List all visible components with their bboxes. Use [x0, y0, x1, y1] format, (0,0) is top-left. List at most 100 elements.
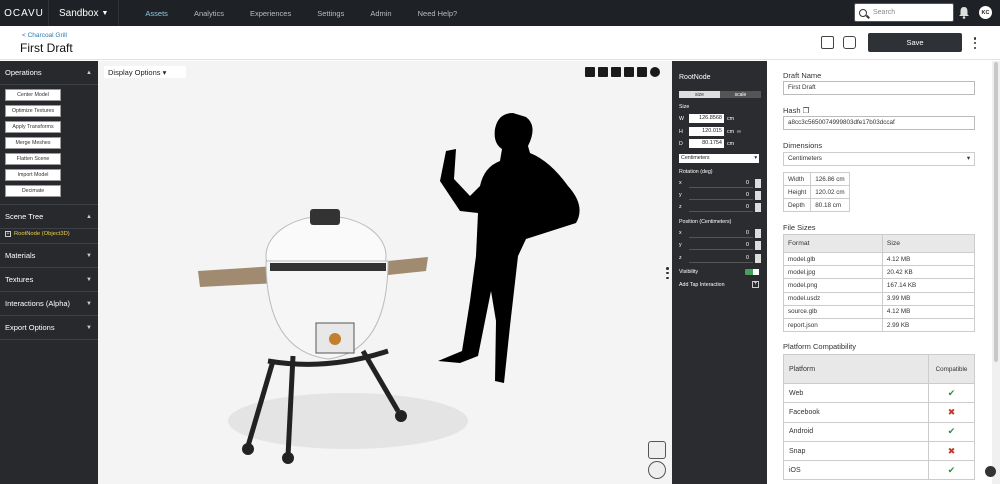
save-button[interactable]: Save — [868, 33, 962, 52]
eye-icon[interactable] — [624, 67, 634, 77]
decimate-button[interactable]: Decimate — [5, 185, 61, 197]
play-icon[interactable] — [650, 67, 660, 77]
stepper-icon[interactable] — [755, 228, 761, 238]
rotation-z-input[interactable]: 0 — [689, 202, 753, 212]
materials-header[interactable]: Materials ▼ — [0, 244, 98, 268]
operations-header[interactable]: Operations ▲ — [0, 61, 98, 85]
textures-header[interactable]: Textures ▼ — [0, 268, 98, 292]
platform-name: Web — [783, 382, 929, 404]
search-placeholder: Search — [873, 9, 896, 16]
scene-tree-label: Scene Tree — [5, 212, 44, 221]
height-input[interactable]: 120.015 — [689, 127, 724, 136]
qr-scan-icon[interactable] — [821, 36, 834, 49]
file-size: 4.12 MB — [881, 304, 976, 319]
nav-analytics[interactable]: Analytics — [194, 9, 224, 18]
center-model-button[interactable]: Center Model — [5, 89, 61, 101]
copy-icon[interactable]: ❐ — [803, 106, 810, 115]
d-label: D — [679, 140, 683, 147]
rotation-x-input[interactable]: 0 — [689, 178, 753, 188]
toggle-scale[interactable]: scale — [720, 91, 761, 98]
top-nav: OCAVU Sandbox ▼ Assets Analytics Experien… — [0, 0, 1000, 26]
add-tap-label: Add Tap Interaction — [679, 282, 725, 288]
brand-logo[interactable]: OCAVU — [0, 0, 48, 26]
3d-viewport[interactable]: Display Options ▾ — [98, 61, 672, 484]
visibility-toggle[interactable] — [745, 269, 759, 275]
dim-key: Height — [782, 185, 812, 199]
axis-x: x — [679, 180, 682, 186]
materials-label: Materials — [5, 251, 36, 260]
stepper-icon[interactable] — [755, 178, 761, 188]
dark-mode-icon[interactable] — [985, 466, 996, 477]
root-node-label: RootNode (Object3D) — [14, 231, 70, 237]
position-y-input[interactable]: 0 — [689, 240, 753, 250]
globe-icon[interactable] — [648, 461, 666, 479]
optimize-textures-button[interactable]: Optimize Textures — [5, 105, 61, 117]
size-scale-toggle[interactable]: size scale — [679, 91, 761, 98]
platform-name: Snap — [783, 440, 929, 462]
search-input[interactable]: Search — [854, 3, 954, 22]
download-icon[interactable] — [611, 67, 621, 77]
camera-icon[interactable] — [637, 67, 647, 77]
ar-view-icon[interactable] — [843, 36, 856, 49]
file-format: model.png — [783, 278, 883, 293]
display-options-dropdown[interactable]: Display Options ▾ — [104, 66, 186, 78]
export-options-header[interactable]: Export Options ▼ — [0, 316, 98, 340]
flatten-scene-button[interactable]: Flatten Scene — [5, 153, 61, 165]
merge-meshes-button[interactable]: Merge Meshes — [5, 137, 61, 149]
table-row: Snap ✖ — [783, 440, 975, 462]
fit-view-icon[interactable] — [598, 67, 608, 77]
table-row: Android ✔ — [783, 421, 975, 442]
chevron-down-icon: ▾ — [966, 155, 970, 162]
check-icon: ✔ — [928, 382, 975, 404]
scrollbar-thumb[interactable] — [994, 62, 998, 362]
nav-settings[interactable]: Settings — [317, 9, 344, 18]
scene-tree-header[interactable]: Scene Tree ▲ — [0, 205, 98, 229]
hash-input[interactable]: a8cc3c5650074999803dfe17b03dccaf — [783, 116, 975, 130]
check-icon: ✔ — [928, 460, 975, 481]
dim-key: Width — [782, 172, 812, 186]
width-input[interactable]: 126.8568 — [689, 114, 724, 123]
import-model-button[interactable]: Import Model — [5, 169, 61, 181]
textures-label: Textures — [5, 275, 34, 284]
position-x-input[interactable]: 0 — [689, 228, 753, 238]
dimensions-select[interactable]: Centimeters ▾ — [783, 152, 975, 166]
apply-transforms-button[interactable]: Apply Transforms — [5, 121, 61, 133]
nav-help[interactable]: Need Help? — [418, 9, 458, 18]
platform-label: Platform Compatibility — [783, 342, 856, 351]
add-icon[interactable]: + — [752, 281, 759, 288]
nav-experiences[interactable]: Experiences — [250, 9, 291, 18]
panel-resize-handle[interactable] — [666, 267, 669, 279]
nav-admin[interactable]: Admin — [370, 9, 391, 18]
stepper-icon[interactable] — [755, 190, 761, 200]
draft-name-input[interactable]: First Draft — [783, 81, 975, 95]
bell-icon[interactable] — [958, 6, 970, 19]
file-sizes-label: File Sizes — [783, 223, 816, 232]
expand-icon[interactable]: + — [5, 231, 11, 237]
table-row: Facebook ✖ — [783, 402, 975, 423]
w-label: W — [679, 115, 684, 122]
scene-tree-item[interactable]: + RootNode (Object3D) — [0, 229, 98, 244]
chevron-up-icon: ▲ — [86, 69, 92, 76]
tag-icon[interactable] — [585, 67, 595, 77]
breadcrumb[interactable]: < Charcoal Grill — [22, 32, 67, 39]
col-format: Format — [783, 234, 883, 253]
depth-input[interactable]: 80.1754 — [689, 139, 724, 148]
units-select[interactable]: Centimeters ▾ — [679, 154, 759, 163]
stepper-icon[interactable] — [755, 253, 761, 263]
table-header: Format Size — [783, 234, 976, 253]
position-z-input[interactable]: 0 — [689, 253, 753, 263]
toggle-size[interactable]: size — [679, 91, 720, 98]
scene-render — [198, 113, 580, 464]
avatar[interactable]: KC — [979, 6, 992, 19]
rotation-y-input[interactable]: 0 — [689, 190, 753, 200]
stepper-icon[interactable] — [755, 240, 761, 250]
link-icon[interactable]: ∞ — [737, 129, 741, 135]
interactions-header[interactable]: Interactions (Alpha) ▼ — [0, 292, 98, 316]
axes-icon[interactable] — [648, 441, 666, 459]
workspace-dropdown[interactable]: Sandbox ▼ — [48, 0, 120, 26]
node-title: RootNode — [679, 74, 711, 81]
left-panel: Operations ▲ Center Model Optimize Textur… — [0, 61, 98, 484]
nav-assets[interactable]: Assets — [145, 9, 168, 18]
stepper-icon[interactable] — [755, 202, 761, 212]
more-options-icon[interactable] — [972, 37, 978, 49]
